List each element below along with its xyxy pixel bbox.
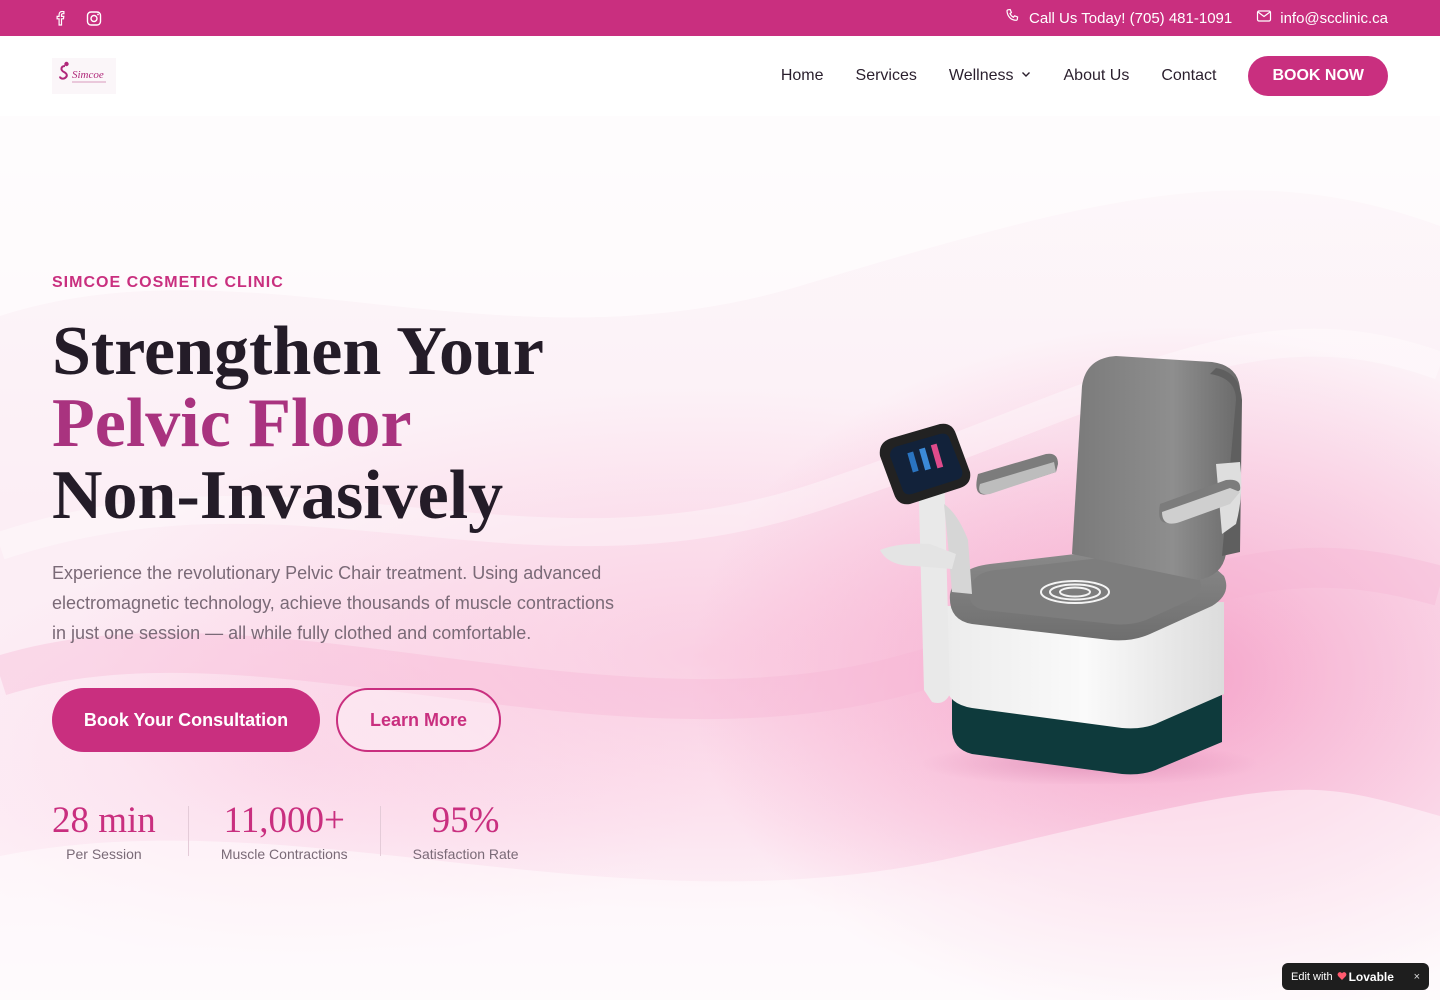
- logo[interactable]: Simcoe: [52, 56, 122, 96]
- email-link[interactable]: info@scclinic.ca: [1256, 8, 1388, 28]
- phone-label: Call Us Today! (705) 481-1091: [1029, 9, 1233, 27]
- nav-home-label: Home: [780, 67, 824, 84]
- stat-satisfaction: 95% Satisfaction Rate: [381, 800, 551, 862]
- lovable-brand-label: Lovable: [1348, 969, 1394, 984]
- stat-value: 95%: [431, 800, 500, 841]
- mail-icon: [1256, 8, 1272, 28]
- nav-contact[interactable]: Contact: [1161, 67, 1216, 85]
- stat-label: Per Session: [66, 846, 142, 862]
- stat-value: 28 min: [52, 800, 156, 841]
- hero-headline: Strengthen Your Pelvic Floor Non-Invasiv…: [52, 316, 544, 532]
- pelvic-chair-image: [879, 356, 1260, 784]
- main-nav: Home Services Wellness About Us Contact …: [781, 56, 1388, 96]
- instagram-icon[interactable]: [86, 10, 102, 26]
- hero-description: Experience the revolutionary Pelvic Chai…: [52, 563, 614, 643]
- book-now-button[interactable]: BOOK NOW: [1248, 56, 1388, 96]
- nav-about-us[interactable]: About Us: [1064, 67, 1130, 85]
- contact-info: Call Us Today! (705) 481-1091 info@sccli…: [1005, 8, 1388, 28]
- nav-contact-label: Contact: [1161, 67, 1217, 84]
- social-links: [52, 10, 102, 26]
- stat-label: Muscle Contractions: [220, 846, 348, 862]
- nav-home[interactable]: Home: [781, 67, 824, 85]
- lovable-heart-icon: [1337, 970, 1347, 984]
- phone-icon: [1005, 8, 1021, 28]
- book-consultation-button[interactable]: Book Your Consultation: [52, 688, 320, 752]
- logo-wordmark: Simcoe: [72, 69, 104, 81]
- phone-link[interactable]: Call Us Today! (705) 481-1091: [1005, 8, 1232, 28]
- email-label: info@scclinic.ca: [1280, 9, 1388, 27]
- site-header: Simcoe Home Services Wellness About Us C…: [0, 36, 1440, 116]
- learn-more-button[interactable]: Learn More: [336, 688, 501, 752]
- nav-services[interactable]: Services: [856, 67, 917, 85]
- hero-stats: 28 min Per Session 11,000+ Muscle Contra…: [52, 800, 550, 862]
- lovable-brand: Lovable: [1337, 970, 1394, 984]
- headline-line-3: Non-Invasively: [52, 457, 504, 534]
- headline-line-1: Strengthen Your: [52, 313, 544, 390]
- nav-wellness-label: Wellness: [948, 67, 1014, 84]
- badge-prefix: Edit with: [1291, 970, 1333, 983]
- nav-services-label: Services: [855, 67, 917, 84]
- stat-session-length: 28 min Per Session: [52, 800, 188, 862]
- nav-wellness[interactable]: Wellness: [949, 67, 1032, 85]
- edit-with-lovable-badge[interactable]: Edit with Lovable ×: [1282, 963, 1429, 990]
- hero-eyebrow: SIMCOE COSMETIC CLINIC: [52, 274, 284, 291]
- nav-about-label: About Us: [1063, 67, 1130, 84]
- chevron-down-icon: [1020, 67, 1032, 85]
- facebook-icon[interactable]: [52, 10, 68, 26]
- top-bar: Call Us Today! (705) 481-1091 info@sccli…: [0, 0, 1440, 36]
- stat-label: Satisfaction Rate: [412, 846, 519, 862]
- stat-value: 11,000+: [223, 800, 345, 841]
- headline-line-2: Pelvic Floor: [52, 385, 412, 462]
- hero-section: SIMCOE COSMETIC CLINIC Strengthen Your P…: [0, 116, 1440, 1000]
- stat-contractions: 11,000+ Muscle Contractions: [189, 800, 380, 862]
- close-icon[interactable]: ×: [1414, 971, 1420, 983]
